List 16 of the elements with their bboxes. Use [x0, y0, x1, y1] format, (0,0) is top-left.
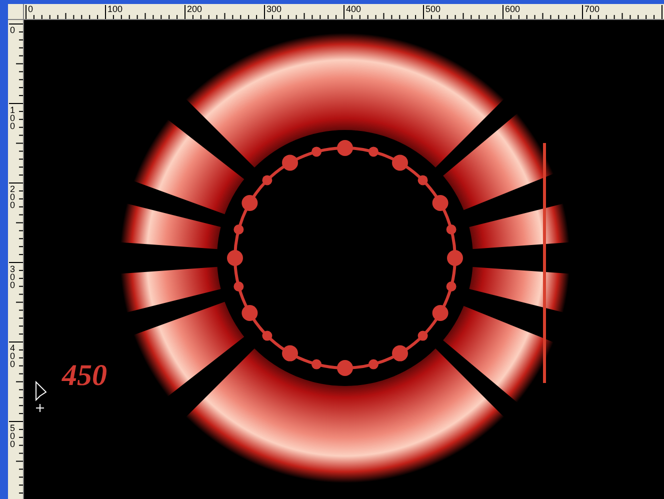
ruler-label: 100 [108, 4, 123, 15]
ruler-label: 600 [505, 4, 520, 15]
ruler-label: 400 [10, 344, 15, 368]
ruler-label: 100 [10, 106, 15, 130]
ruler-label: 500 [426, 4, 441, 15]
ruler-label: 400 [346, 4, 362, 15]
ruler-label: 0 [10, 26, 15, 34]
ruler-label: 200 [10, 185, 15, 209]
ruler-label: 300 [10, 264, 15, 288]
mouse-pointer-icon [36, 382, 46, 412]
ruler-label: 300 [266, 4, 282, 15]
ruler-label: 200 [187, 4, 202, 15]
ruler-label: 700 [584, 4, 600, 15]
measurement-label: 450 [62, 360, 107, 392]
ruler-label: 0 [28, 4, 34, 15]
ruler-label: 500 [10, 424, 15, 448]
